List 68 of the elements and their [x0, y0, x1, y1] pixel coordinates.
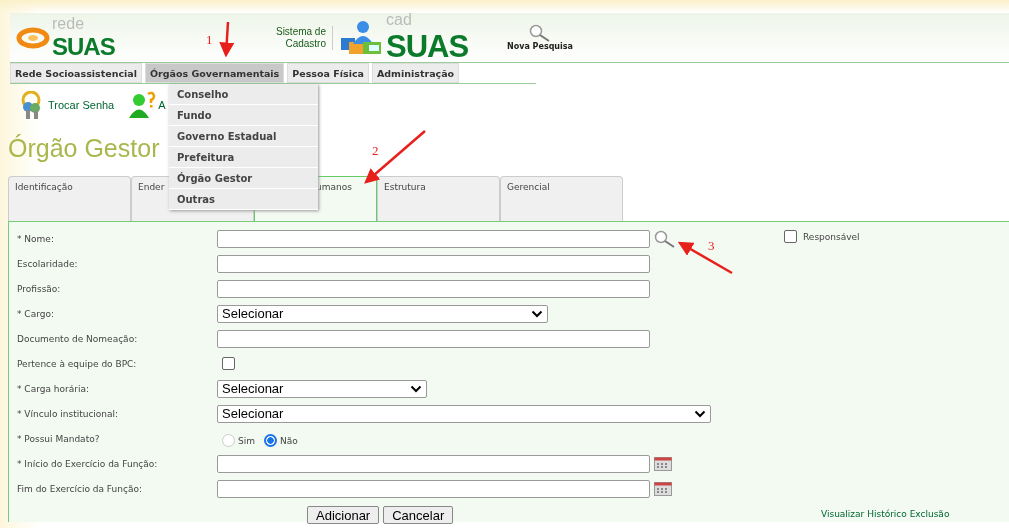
search-icon[interactable] — [529, 24, 551, 42]
field-label: * Carga horária: — [17, 383, 90, 394]
dropdown-item[interactable]: Fundo — [169, 105, 318, 126]
people-logo-icon — [339, 19, 383, 56]
select-field[interactable]: Selecionar — [217, 404, 711, 423]
field-label: * Vínculo institucional: — [17, 408, 120, 419]
field-label: Pertence à equipe do BPC: — [17, 358, 138, 369]
annotation-arrow — [677, 241, 733, 275]
form-button[interactable]: Cancelar — [383, 506, 454, 524]
menu-item[interactable]: Pessoa Física — [287, 63, 369, 83]
shortcut-link[interactable]: Trocar Senha — [48, 99, 115, 111]
annotation-number: 1 — [206, 32, 213, 47]
date-field[interactable] — [217, 454, 650, 473]
history-link[interactable]: Visualizar Histórico Exclusão — [821, 509, 950, 519]
form-tab[interactable]: Gerencial — [500, 176, 623, 221]
radio-button[interactable] — [222, 434, 235, 447]
field-label: Profissão: — [17, 283, 62, 294]
annotation-arrow — [364, 130, 426, 184]
radio-label: Não — [280, 435, 298, 446]
field-label: Documento de Nomeação: — [17, 333, 139, 344]
select-field[interactable]: Selecionar — [217, 379, 427, 398]
form-tab[interactable]: Identificação — [8, 176, 131, 221]
logo-text: SUAS — [386, 28, 469, 65]
radio-label: Sim — [238, 435, 255, 446]
field-label: * Início do Exercício da Função: — [17, 458, 159, 469]
text-field[interactable] — [217, 229, 650, 248]
form-button[interactable]: Adicionar — [307, 506, 380, 524]
annotation-number: 3 — [708, 238, 715, 253]
dropdown-item[interactable]: Órgão Gestor — [169, 168, 318, 189]
calendar-icon[interactable] — [654, 456, 672, 471]
system-label: Sistema de Cadastro — [264, 25, 333, 50]
menu-item[interactable]: Administração — [371, 63, 460, 83]
ring-logo-icon — [16, 26, 50, 49]
dropdown-item[interactable]: Conselho — [169, 84, 318, 105]
checkbox[interactable] — [784, 230, 797, 243]
menu-item[interactable]: Órgãos Governamentais — [145, 63, 285, 83]
chevron-icon — [531, 309, 543, 318]
text-field[interactable] — [217, 254, 650, 273]
logo-text: rede — [52, 14, 86, 33]
shortcut-link[interactable]: A — [158, 99, 166, 111]
field-label: Fim do Exercício da Função: — [17, 483, 143, 494]
text-field[interactable] — [217, 329, 650, 348]
radio-button[interactable] — [264, 434, 277, 447]
dropdown-item[interactable]: Outras — [169, 189, 318, 210]
chevron-icon — [694, 409, 706, 418]
user-help-icon[interactable] — [128, 91, 157, 119]
select-field[interactable]: Selecionar — [217, 304, 548, 323]
form-tab[interactable]: Estrutura — [377, 176, 500, 221]
logo-text: cad — [386, 10, 413, 29]
field-label: * Nome: — [17, 233, 55, 244]
page-title: Órgão Gestor — [8, 134, 160, 163]
new-search-link[interactable]: Nova Pesquisa — [507, 42, 573, 51]
search-icon[interactable] — [654, 229, 676, 248]
field-label: Escolaridade: — [17, 258, 79, 269]
logo-text: SUAS — [52, 32, 115, 61]
date-field[interactable] — [217, 479, 650, 498]
calendar-icon[interactable] — [654, 481, 672, 496]
field-label: * Possui Mandato? — [17, 433, 101, 444]
chevron-icon — [410, 384, 422, 393]
checkbox-label: Responsável — [803, 231, 860, 242]
checkbox[interactable] — [222, 357, 235, 370]
dropdown-item[interactable]: Prefeitura — [169, 147, 318, 168]
field-label: * Cargo: — [17, 308, 55, 319]
menu-item[interactable]: Rede Socioassistencial — [10, 63, 143, 83]
annotation-number: 2 — [372, 143, 379, 158]
annotation-arrow — [219, 21, 235, 58]
dropdown-item[interactable]: Governo Estadual — [169, 126, 318, 147]
text-field[interactable] — [217, 279, 650, 298]
